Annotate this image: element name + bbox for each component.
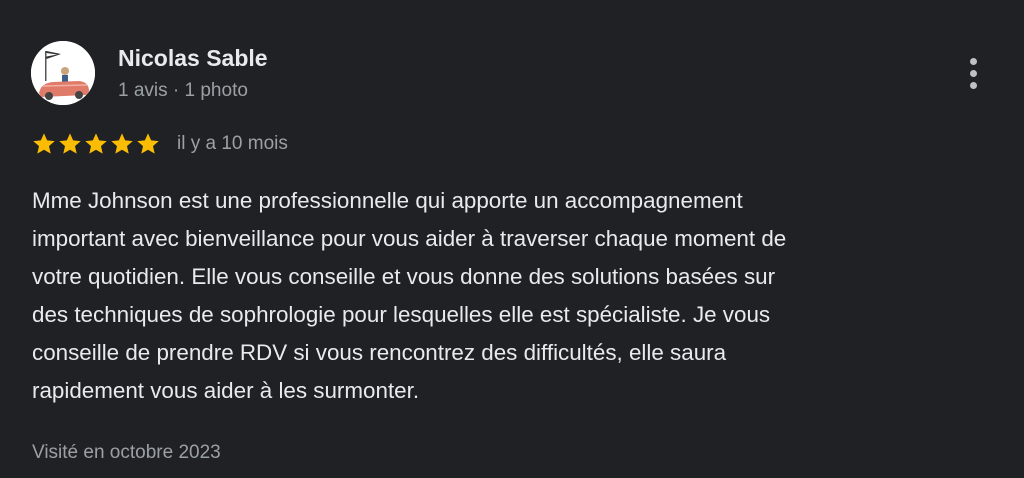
author-name[interactable]: Nicolas Sable	[118, 44, 268, 72]
rating-row: il y a 10 mois	[31, 129, 288, 159]
review-text-line: rapidement vous aider à les surmonter.	[32, 378, 420, 403]
visit-date: Visité en octobre 2023	[32, 442, 221, 463]
author-avatar[interactable]	[31, 41, 95, 105]
review-relative-date: il y a 10 mois	[177, 133, 288, 154]
review-text-line: conseille de prendre RDV si vous rencont…	[32, 340, 727, 365]
review-text-line: Mme Johnson est une professionnelle qui …	[32, 188, 743, 213]
user-avatar-photo-icon	[31, 41, 95, 105]
more-vert-icon-dot	[970, 70, 977, 77]
more-vert-icon-dot	[970, 82, 977, 89]
review-text: Mme Johnson est une professionnelle qui …	[32, 182, 982, 410]
star-icon	[33, 133, 55, 154]
star-icon	[111, 133, 133, 154]
review-text-line: des techniques de sophrologie pour lesqu…	[32, 302, 771, 327]
review-text-line: votre quotidien. Elle vous conseille et …	[32, 264, 776, 289]
review-text-line: important avec bienveillance pour vous a…	[32, 226, 787, 251]
star-icon	[85, 133, 107, 154]
author-meta: 1 avis · 1 photo	[118, 80, 248, 101]
star-icon	[59, 133, 81, 154]
more-vert-icon-dot	[970, 58, 977, 65]
star-rating	[31, 131, 161, 157]
star-icon	[137, 133, 159, 154]
review-card: Nicolas Sable 1 avis · 1 photo il y a 10…	[0, 0, 1024, 478]
more-options-button[interactable]	[954, 52, 994, 96]
